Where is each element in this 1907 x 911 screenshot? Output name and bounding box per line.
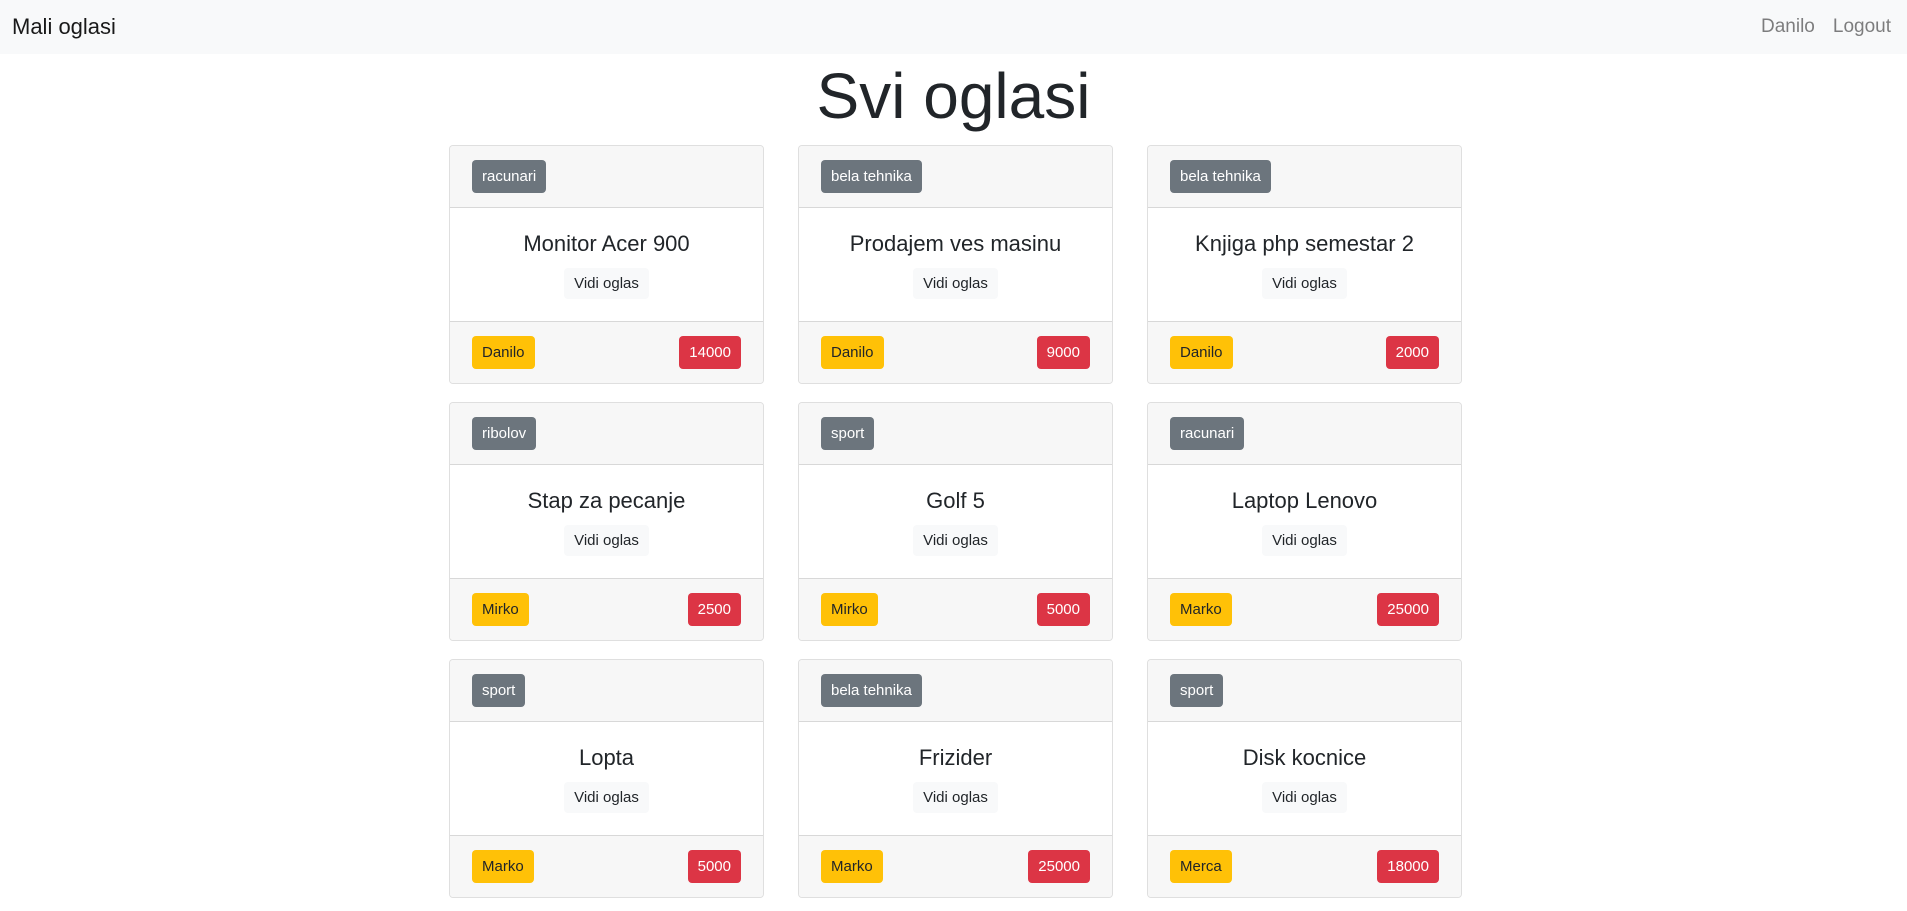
price-badge: 18000 xyxy=(1377,850,1439,883)
category-badge: bela tehnika xyxy=(821,160,922,193)
card-header: sport xyxy=(1148,660,1461,722)
ad-card: bela tehnika Prodajem ves masinu Vidi og… xyxy=(798,145,1113,384)
user-badge: Danilo xyxy=(472,336,535,369)
brand-link[interactable]: Mali oglasi xyxy=(12,14,116,40)
category-badge: bela tehnika xyxy=(821,674,922,707)
card-header: bela tehnika xyxy=(1148,146,1461,208)
view-ad-button[interactable]: Vidi oglas xyxy=(564,268,649,299)
card-header: racunari xyxy=(1148,403,1461,465)
card-body: Prodajem ves masinu Vidi oglas xyxy=(799,208,1112,321)
ad-card: sport Golf 5 Vidi oglas Mirko 5000 xyxy=(798,402,1113,641)
card-header: ribolov xyxy=(450,403,763,465)
price-badge: 2500 xyxy=(687,593,741,626)
user-badge: Danilo xyxy=(821,336,884,369)
user-badge: Danilo xyxy=(1170,336,1233,369)
card-footer: Marko 5000 xyxy=(450,835,763,897)
logout-link[interactable]: Logout xyxy=(1833,16,1891,38)
category-badge: sport xyxy=(1170,674,1224,707)
view-ad-button[interactable]: Vidi oglas xyxy=(1262,782,1347,813)
ad-title: Prodajem ves masinu xyxy=(849,231,1062,256)
card-footer: Danilo 14000 xyxy=(450,321,763,383)
category-badge: racunari xyxy=(1170,417,1245,450)
price-badge: 14000 xyxy=(679,336,741,369)
card-body: Golf 5 Vidi oglas xyxy=(799,465,1112,578)
nav-right: Danilo Logout xyxy=(1761,16,1891,38)
ad-card: racunari Laptop Lenovo Vidi oglas Marko … xyxy=(1147,402,1462,641)
price-badge: 25000 xyxy=(1028,850,1090,883)
user-badge: Marko xyxy=(472,850,534,883)
price-badge: 5000 xyxy=(1036,593,1090,626)
category-badge: sport xyxy=(472,674,526,707)
ad-title: Frizider xyxy=(918,745,993,770)
price-badge: 2000 xyxy=(1385,336,1439,369)
view-ad-button[interactable]: Vidi oglas xyxy=(913,782,998,813)
card-footer: Danilo 9000 xyxy=(799,321,1112,383)
ads-grid: racunari Monitor Acer 900 Vidi oglas Dan… xyxy=(449,145,1462,898)
ad-card: ribolov Stap za pecanje Vidi oglas Mirko… xyxy=(449,402,764,641)
category-badge: sport xyxy=(821,417,875,450)
price-badge: 25000 xyxy=(1377,593,1439,626)
ad-card: sport Disk kocnice Vidi oglas Merca 1800… xyxy=(1147,659,1462,898)
card-footer: Merca 18000 xyxy=(1148,835,1461,897)
ad-title: Lopta xyxy=(578,745,635,770)
ad-card: bela tehnika Knjiga php semestar 2 Vidi … xyxy=(1147,145,1462,384)
category-badge: bela tehnika xyxy=(1170,160,1271,193)
card-body: Monitor Acer 900 Vidi oglas xyxy=(450,208,763,321)
ad-title: Stap za pecanje xyxy=(527,488,686,513)
card-body: Lopta Vidi oglas xyxy=(450,722,763,835)
ad-title: Disk kocnice xyxy=(1242,745,1367,770)
user-badge: Mirko xyxy=(821,593,878,626)
user-link[interactable]: Danilo xyxy=(1761,16,1815,38)
card-header: bela tehnika xyxy=(799,146,1112,208)
user-badge: Merca xyxy=(1170,850,1232,883)
view-ad-button[interactable]: Vidi oglas xyxy=(913,268,998,299)
view-ad-button[interactable]: Vidi oglas xyxy=(564,525,649,556)
view-ad-button[interactable]: Vidi oglas xyxy=(1262,268,1347,299)
ad-title: Laptop Lenovo xyxy=(1231,488,1378,513)
user-badge: Mirko xyxy=(472,593,529,626)
card-footer: Mirko 2500 xyxy=(450,578,763,640)
card-body: Stap za pecanje Vidi oglas xyxy=(450,465,763,578)
card-body: Knjiga php semestar 2 Vidi oglas xyxy=(1148,208,1461,321)
view-ad-button[interactable]: Vidi oglas xyxy=(1262,525,1347,556)
page-title: Svi oglasi xyxy=(816,60,1091,132)
card-header: bela tehnika xyxy=(799,660,1112,722)
category-badge: racunari xyxy=(472,160,547,193)
ad-title: Golf 5 xyxy=(926,488,985,513)
ad-title: Knjiga php semestar 2 xyxy=(1195,231,1414,256)
card-header: sport xyxy=(799,403,1112,465)
card-header: racunari xyxy=(450,146,763,208)
ad-card: racunari Monitor Acer 900 Vidi oglas Dan… xyxy=(449,145,764,384)
card-body: Laptop Lenovo Vidi oglas xyxy=(1148,465,1461,578)
navbar: Mali oglasi Danilo Logout xyxy=(0,0,1907,54)
card-footer: Mirko 5000 xyxy=(799,578,1112,640)
price-badge: 5000 xyxy=(687,850,741,883)
ad-title: Monitor Acer 900 xyxy=(523,231,690,256)
card-footer: Marko 25000 xyxy=(1148,578,1461,640)
card-body: Disk kocnice Vidi oglas xyxy=(1148,722,1461,835)
view-ad-button[interactable]: Vidi oglas xyxy=(564,782,649,813)
price-badge: 9000 xyxy=(1036,336,1090,369)
user-badge: Marko xyxy=(1170,593,1232,626)
user-badge: Marko xyxy=(821,850,883,883)
card-header: sport xyxy=(450,660,763,722)
card-footer: Danilo 2000 xyxy=(1148,321,1461,383)
card-footer: Marko 25000 xyxy=(799,835,1112,897)
view-ad-button[interactable]: Vidi oglas xyxy=(913,525,998,556)
category-badge: ribolov xyxy=(472,417,537,450)
ad-card: sport Lopta Vidi oglas Marko 5000 xyxy=(449,659,764,898)
ad-card: bela tehnika Frizider Vidi oglas Marko 2… xyxy=(798,659,1113,898)
card-body: Frizider Vidi oglas xyxy=(799,722,1112,835)
